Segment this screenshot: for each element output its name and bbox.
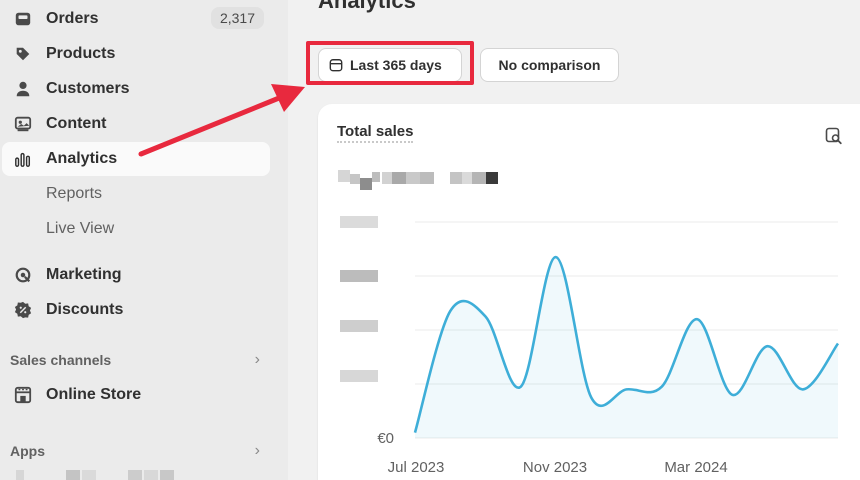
discount-icon [12,300,34,320]
sidebar-subitem-live-view[interactable]: Live View [46,220,114,238]
sidebar-item-orders[interactable]: Orders 2,317 [2,2,270,36]
x-tick-label: Jul 2023 [388,459,445,476]
sidebar-item-label: Products [46,45,116,62]
sidebar-item-analytics[interactable]: Analytics [2,142,270,176]
redacted-y-tick [340,216,378,228]
person-icon [12,79,34,99]
chevron-right-icon[interactable]: › [255,351,260,369]
total-sales-card: Total sales €0 Jul 2023 Nov 2023 Mar 2024 [318,104,860,480]
sidebar-item-discounts[interactable]: Discounts [2,293,270,327]
series-area [415,257,838,438]
section-sales-channels: Sales channels [10,352,112,368]
sidebar-item-label: Analytics [46,150,118,167]
sidebar-item-label: Orders [46,10,99,27]
sidebar-item-label: Online Store [46,386,142,403]
total-sales-chart: €0 Jul 2023 Nov 2023 Mar 2024 [340,216,840,476]
sidebar-item-products[interactable]: Products [2,37,270,71]
tag-icon [12,44,34,64]
page-title: Analytics [318,0,416,13]
sidebar-item-label: Customers [46,80,130,97]
sidebar-item-label: Discounts [46,301,124,318]
x-tick-label: Mar 2024 [664,459,727,476]
target-icon [12,265,34,285]
section-apps: Apps [10,443,45,459]
sidebar-item-content[interactable]: Content [2,107,270,141]
redacted-app-row [16,470,174,480]
comparison-button[interactable]: No comparison [480,48,619,82]
redacted-y-tick [340,270,378,282]
inbox-icon [12,9,34,29]
annotation-highlight-box [306,41,474,85]
sidebar-item-online-store[interactable]: Online Store [2,378,270,412]
x-tick-label: Nov 2023 [523,459,587,476]
sidebar-item-marketing[interactable]: Marketing [2,258,270,292]
sidebar: Orders 2,317 Products Customers Content … [0,0,288,480]
bar-chart-icon [12,149,34,169]
content-icon [12,114,34,134]
sidebar-item-label: Content [46,115,107,132]
chevron-right-icon[interactable]: › [255,442,260,460]
redacted-y-tick [340,370,378,382]
redacted-y-tick [340,320,378,332]
main-content: Analytics Last 365 days No comparison To… [288,0,860,480]
sidebar-item-label: Marketing [46,266,122,283]
sidebar-item-customers[interactable]: Customers [2,72,270,106]
orders-count-badge: 2,317 [210,7,264,29]
y-tick-label: €0 [377,430,394,447]
store-icon [12,385,34,405]
sidebar-subitem-reports[interactable]: Reports [46,185,102,203]
